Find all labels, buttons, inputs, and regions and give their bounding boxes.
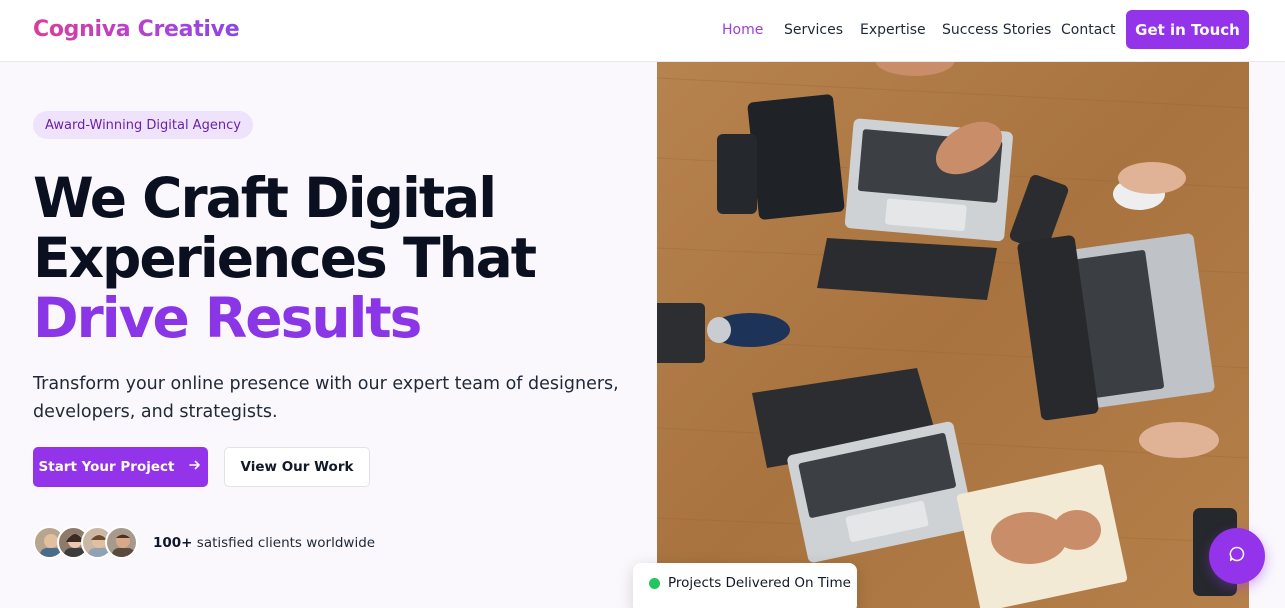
site-header: Cogniva Creative Home Services Expertise… (0, 0, 1285, 62)
brand-logo[interactable]: Cogniva Creative (33, 17, 240, 42)
nav-item-expertise[interactable]: Expertise (860, 22, 926, 38)
hero-subtext: Transform your online presence with our … (33, 374, 619, 422)
nav-item-contact[interactable]: Contact (1061, 22, 1115, 38)
chat-button[interactable] (1209, 528, 1265, 584)
view-work-button[interactable]: View Our Work (224, 447, 370, 487)
arrow-right-icon (188, 458, 202, 476)
avatar (105, 526, 138, 559)
start-project-button[interactable]: Start Your Project (33, 447, 208, 487)
team-workspace-illustration (657, 38, 1249, 608)
start-project-label: Start Your Project (38, 459, 175, 475)
status-card: Projects Delivered On Time (633, 563, 857, 608)
status-dot (649, 577, 660, 589)
clients-label: satisfied clients worldwide (196, 535, 376, 551)
clients-count-text: 100+ satisfied clients worldwide (153, 535, 375, 551)
status-text: Projects Delivered On Time (668, 575, 851, 591)
hero-headline: We Craft Digital Experiences That Drive … (33, 168, 633, 348)
headline-line-1: We Craft Digital (33, 166, 497, 230)
headline-accent: Drive Results (33, 286, 422, 350)
nav-item-home[interactable]: Home (722, 22, 763, 38)
chat-bubble-icon (1228, 545, 1246, 567)
get-in-touch-button[interactable]: Get in Touch (1126, 10, 1249, 49)
nav-item-services[interactable]: Services (784, 22, 843, 38)
hero-image (657, 38, 1249, 608)
headline-line-2: Experiences That (33, 226, 537, 290)
clients-count: 100+ (153, 535, 193, 551)
nav-item-success-stories[interactable]: Success Stories (942, 22, 1051, 38)
award-badge: Award-Winning Digital Agency (33, 111, 253, 139)
